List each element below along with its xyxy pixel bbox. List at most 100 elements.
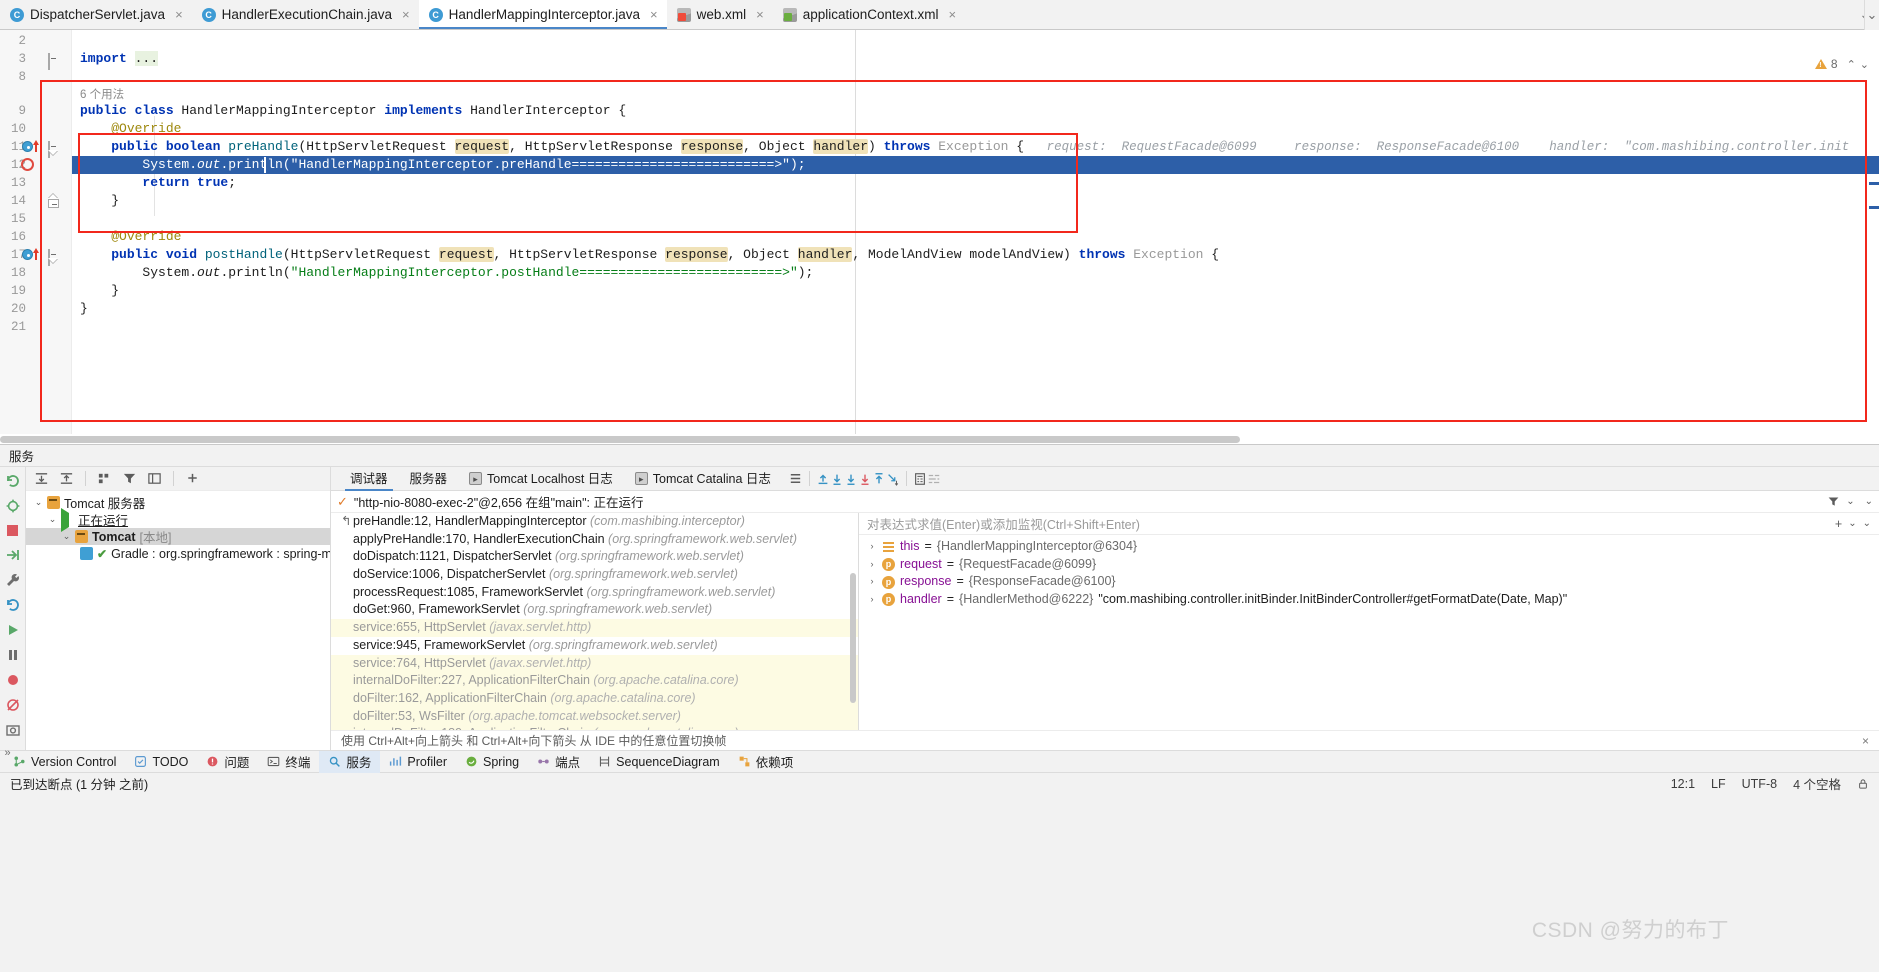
chevron-down-icon[interactable]: ⌄ [1860,58,1869,71]
run-to-cursor-icon[interactable] [886,472,900,486]
evaluate-expression-field[interactable]: 对表达式求值(Enter)或添加监视(Ctrl+Shift+Enter) + ⌄… [859,513,1879,535]
chevron-down-icon[interactable]: ⌄ [1846,496,1854,507]
frame-row[interactable]: doFilter:162, ApplicationFilterChain (or… [331,689,858,708]
editor-tab-webxml[interactable]: web.xml × [666,0,773,29]
code-line-close-class[interactable]: } [72,300,1879,318]
frame-row[interactable]: service:764, HttpServlet (javax.servlet.… [331,654,858,673]
view-breakpoints-icon[interactable] [5,697,21,713]
screenshot-icon[interactable] [5,722,21,738]
frame-row[interactable]: internalDoFilter:227, ApplicationFilterC… [331,672,858,690]
variable-row-handler[interactable]: › handler = {HandlerMethod@6222} "com.ma… [859,591,1879,609]
code-line-return-true[interactable]: return true; [72,174,1879,192]
code-line-posthandle-println[interactable]: System.out.println("HandlerMappingInterc… [72,264,1879,282]
frame-row[interactable]: applyPreHandle:170, HandlerExecutionChai… [331,531,858,549]
settings-wrench-icon[interactable] [5,572,21,588]
code-editor[interactable]: 2 3 8 9 10 11 12 13 14 15 16 17 18 19 20… [0,30,1879,445]
tool-button-services[interactable]: 服务 [319,750,381,773]
filter-icon[interactable] [1827,495,1840,508]
frame-row[interactable]: ↰ preHandle:12, HandlerMappingInterceptor… [331,513,858,531]
rerun-debug-icon[interactable] [5,498,21,514]
code-line-override-2[interactable]: @Override [72,228,1879,246]
filter-icon[interactable] [122,471,137,486]
chevron-right-icon[interactable]: › [867,573,877,591]
override-method-icon[interactable] [22,248,39,262]
code-line-prehandle-signature[interactable]: public boolean preHandle(HttpServletRequ… [72,138,1879,156]
chevron-down-icon[interactable]: ⌄ [34,497,43,508]
thread-selector[interactable]: ✓ "http-nio-8080-exec-2"@2,656 在组"main":… [331,491,1879,513]
chevron-down-icon[interactable]: ⌄ [62,531,71,542]
frame-row[interactable]: doFilter:53, WsFilter (org.apache.tomcat… [331,707,858,726]
breakpoint-icon[interactable] [21,158,36,172]
group-by-icon[interactable] [97,471,112,486]
tab-server[interactable]: 服务器 [399,467,459,491]
code-text-area[interactable]: import ... 6 个用法 public class HandlerMap… [72,30,1879,444]
tool-button-endpoints[interactable]: 端点 [528,751,589,773]
close-icon[interactable]: × [756,7,764,22]
fold-collapse-icon[interactable] [48,249,59,266]
code-line-import[interactable]: import ... [72,50,1879,68]
services-toolbar[interactable] [26,467,330,491]
variable-row-response[interactable]: › response = {ResponseFacade@6100} [859,573,1879,591]
tree-item-running[interactable]: ⌄ 正在运行 [26,508,330,532]
tab-debugger[interactable]: 调试器 [339,467,399,491]
tab-tomcat-catalina-log[interactable]: ▸ Tomcat Catalina 日志 [624,467,782,491]
mute-breakpoints-icon[interactable] [5,672,21,688]
frames-list[interactable]: ↰ preHandle:12, HandlerMappingInterceptor… [331,513,859,730]
step-out-to-caller-icon[interactable] [816,472,830,486]
add-service-icon[interactable] [185,471,200,486]
editor-tab-handlermappinginterceptor[interactable]: HandlerMappingInterceptor.java × [418,0,667,29]
resume-program-icon[interactable] [5,547,21,563]
tree-item-gradle-artifact[interactable]: ✔ Gradle : org.springframework : spring-… [26,545,330,562]
variable-row-this[interactable]: › this = {HandlerMappingInterceptor@6304… [859,538,1879,556]
tool-button-todo[interactable]: TODO [125,751,197,773]
close-icon[interactable]: × [949,7,957,22]
file-encoding[interactable]: UTF-8 [1742,777,1777,791]
more-options-icon[interactable]: ⌄ [1863,518,1871,529]
close-icon[interactable]: × [1862,734,1869,748]
chevron-right-icon[interactable]: › [867,591,877,609]
inspection-widget[interactable]: 8 ⌃ ⌄ [1814,57,1869,71]
evaluate-expression-icon[interactable] [913,472,927,486]
chevron-right-icon[interactable]: › [867,538,877,556]
code-line-close-brace-1[interactable]: } [72,192,1879,210]
frame-row[interactable]: service:945, FrameworkServlet (org.sprin… [331,637,858,655]
show-hide-icon[interactable] [147,471,162,486]
pause-icon[interactable] [5,647,21,663]
tool-button-spring[interactable]: Spring [456,751,528,773]
scrollbar-thumb[interactable] [850,573,856,703]
run-icon[interactable] [5,622,21,638]
tool-button-problems[interactable]: 问题 [197,751,258,773]
chevron-down-icon[interactable]: ⌄ [48,514,57,525]
caret-position[interactable]: 12:1 [1671,777,1695,791]
editor-tab-applicationcontextxml[interactable]: applicationContext.xml × [772,0,966,29]
frame-row[interactable]: doGet:960, FrameworkServlet (org.springf… [331,601,858,619]
tree-item-tomcat-server[interactable]: ⌄ Tomcat 服务器 [26,494,330,511]
more-options-icon[interactable]: ⌄ [1865,496,1873,507]
code-line-override-1[interactable]: @Override [72,120,1879,138]
layout-settings-icon[interactable] [788,471,803,486]
tool-button-dependencies[interactable]: 依赖项 [729,751,803,773]
stop-icon[interactable] [5,523,21,538]
code-line-current-execution[interactable]: System.out.println("HandlerMappingInterc… [72,156,1879,175]
chevron-up-icon[interactable]: ⌃ [1847,58,1856,71]
step-over-icon[interactable] [830,472,844,486]
frame-row[interactable]: service:655, HttpServlet (javax.servlet.… [331,619,858,637]
fold-end-icon[interactable] [48,194,59,208]
tool-button-profiler[interactable]: Profiler [380,751,456,773]
force-step-into-icon[interactable] [858,472,872,486]
tool-button-version-control[interactable]: Version Control [4,751,125,773]
more-tabs-icon[interactable]: ⌄ [1865,0,1879,30]
tab-tomcat-localhost-log[interactable]: ▸ Tomcat Localhost 日志 [458,467,624,491]
editor-horizontal-scrollbar[interactable] [0,434,1879,444]
override-method-icon[interactable] [22,140,39,154]
editor-tab-dispatcherservlet[interactable]: DispatcherServlet.java × [0,0,192,29]
add-watch-icon[interactable]: + [1835,517,1842,531]
chevron-right-icon[interactable]: › [867,556,877,574]
tree-item-tomcat-local[interactable]: ⌄ Tomcat [本地] [26,528,330,545]
lock-icon[interactable] [1857,777,1869,791]
settings-icon[interactable] [927,472,941,486]
editor-tab-handlerexecutionchain[interactable]: HandlerExecutionChain.java × [191,0,419,29]
variable-row-request[interactable]: › request = {RequestFacade@6099} [859,556,1879,574]
step-out-icon[interactable] [872,472,886,486]
run-actions-rail[interactable]: » [0,467,26,759]
